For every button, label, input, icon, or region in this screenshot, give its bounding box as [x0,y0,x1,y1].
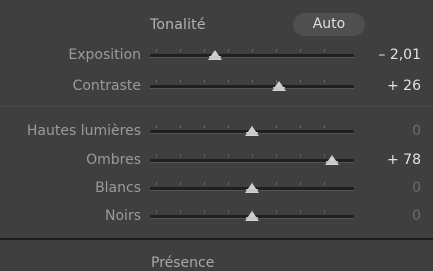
slider-track[interactable] [150,85,354,89]
slider-value[interactable]: 0 [412,207,421,225]
slider-value[interactable]: 0 [412,122,421,140]
auto-tone-button[interactable]: Auto [293,13,365,36]
slider-row-blacks: Noirs 0 [0,207,433,225]
slider-label: Noirs [105,208,141,224]
slider-thumb[interactable] [324,155,339,165]
slider-label: Contraste [72,78,141,94]
divider [0,106,433,107]
slider-row-shadows: Ombres + 78 [0,151,433,169]
slider-ticks [156,80,348,83]
slider-row-whites: Blancs 0 [0,179,433,197]
slider-thumb[interactable] [245,211,259,221]
slider-row-highlights: Hautes lumières 0 [0,122,433,140]
slider-thumb[interactable] [208,50,223,60]
slider-track[interactable] [150,54,354,58]
slider-ticks [156,49,348,52]
section-title-presence[interactable]: Présence [151,255,214,271]
slider-label: Blancs [95,180,141,196]
slider-value[interactable]: + 78 [387,151,421,169]
slider-thumb[interactable] [245,126,259,136]
slider-thumb[interactable] [271,81,286,91]
slider-ticks [156,154,348,157]
tone-panel: Tonalité Auto Exposition – 2,01 Contrast… [0,0,433,271]
section-title-tone: Tonalité [150,17,206,33]
slider-track[interactable] [150,159,354,163]
slider-value[interactable]: 0 [412,179,421,197]
section-divider [0,238,433,240]
slider-label: Hautes lumières [26,123,141,139]
slider-thumb[interactable] [245,183,259,193]
slider-row-contrast: Contraste + 26 [0,77,433,95]
slider-label: Ombres [86,152,141,168]
slider-label: Exposition [68,47,141,63]
slider-value[interactable]: – 2,01 [378,46,421,64]
slider-value[interactable]: + 26 [387,77,421,95]
slider-row-exposure: Exposition – 2,01 [0,46,433,64]
